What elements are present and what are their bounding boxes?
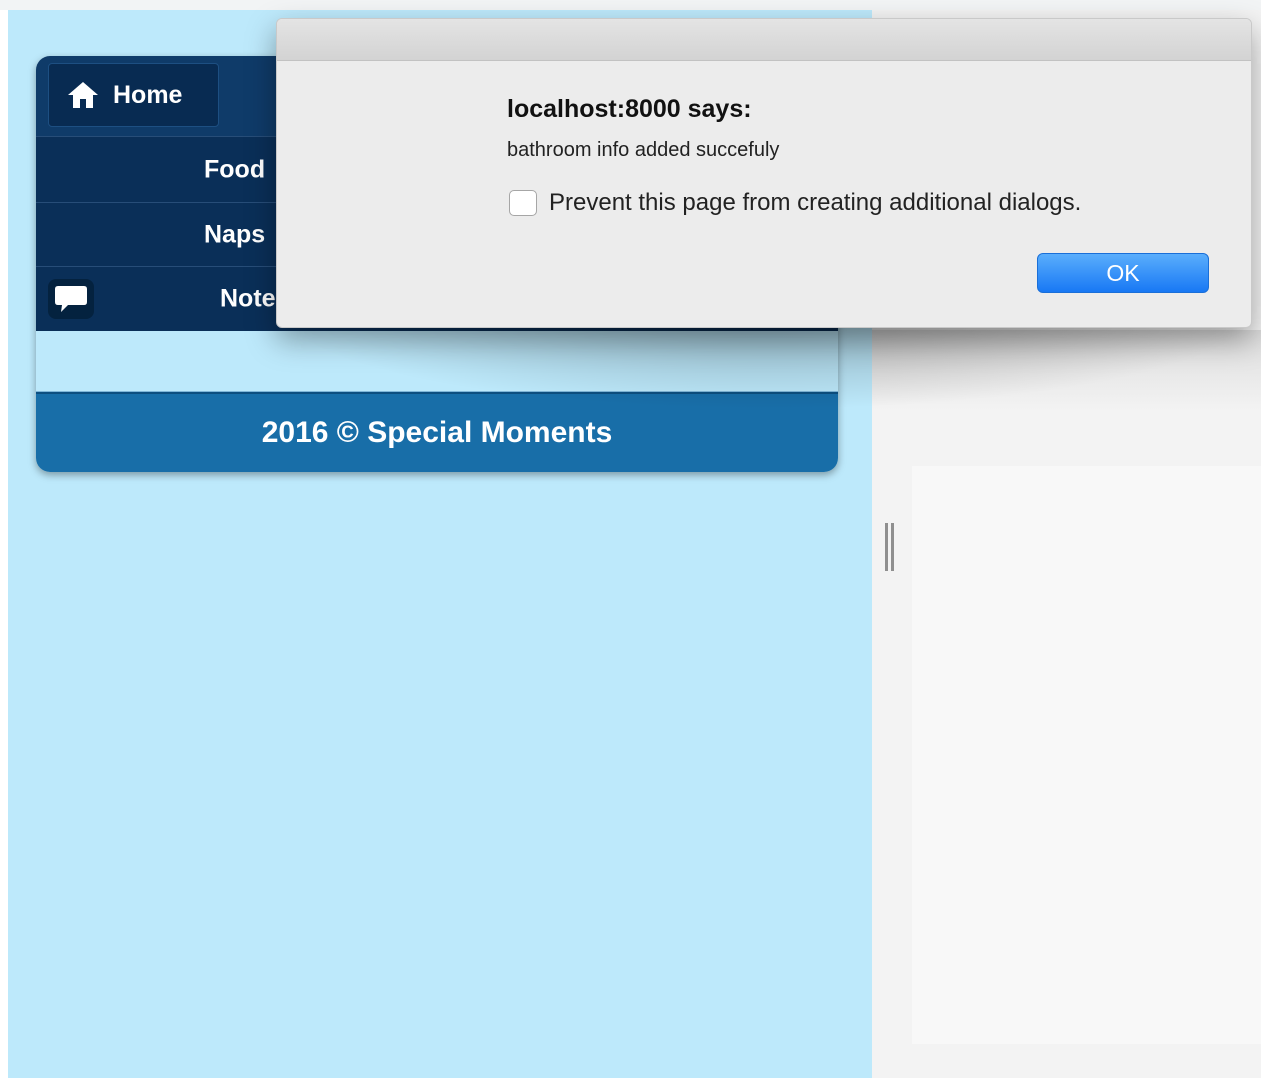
nav-item-label: Note <box>220 284 276 313</box>
prevent-dialogs-checkbox[interactable] <box>509 190 537 216</box>
nav-item-label: Naps <box>204 220 266 248</box>
pane-resize-handle[interactable] <box>885 523 895 571</box>
prevent-dialogs-label[interactable]: Prevent this page from creating addition… <box>549 189 1081 217</box>
side-panel-content <box>912 466 1261 1044</box>
home-button-label: Home <box>113 80 183 109</box>
dialog-message: bathroom info added succefuly <box>507 139 780 161</box>
home-button[interactable]: Home <box>48 63 219 127</box>
nav-item-label: Food <box>204 155 266 183</box>
dialog-titlebar <box>277 19 1251 61</box>
speech-bubble-icon <box>48 279 94 319</box>
home-icon <box>68 82 98 108</box>
prevent-dialogs-row[interactable]: Prevent this page from creating addition… <box>509 189 1081 217</box>
ok-button[interactable]: OK <box>1037 253 1209 293</box>
dialog-title: localhost:8000 says: <box>507 95 752 123</box>
top-strip <box>0 0 1261 10</box>
alert-dialog: localhost:8000 says: bathroom info added… <box>276 18 1252 328</box>
footer-text: 2016 © Special Moments <box>261 416 613 449</box>
